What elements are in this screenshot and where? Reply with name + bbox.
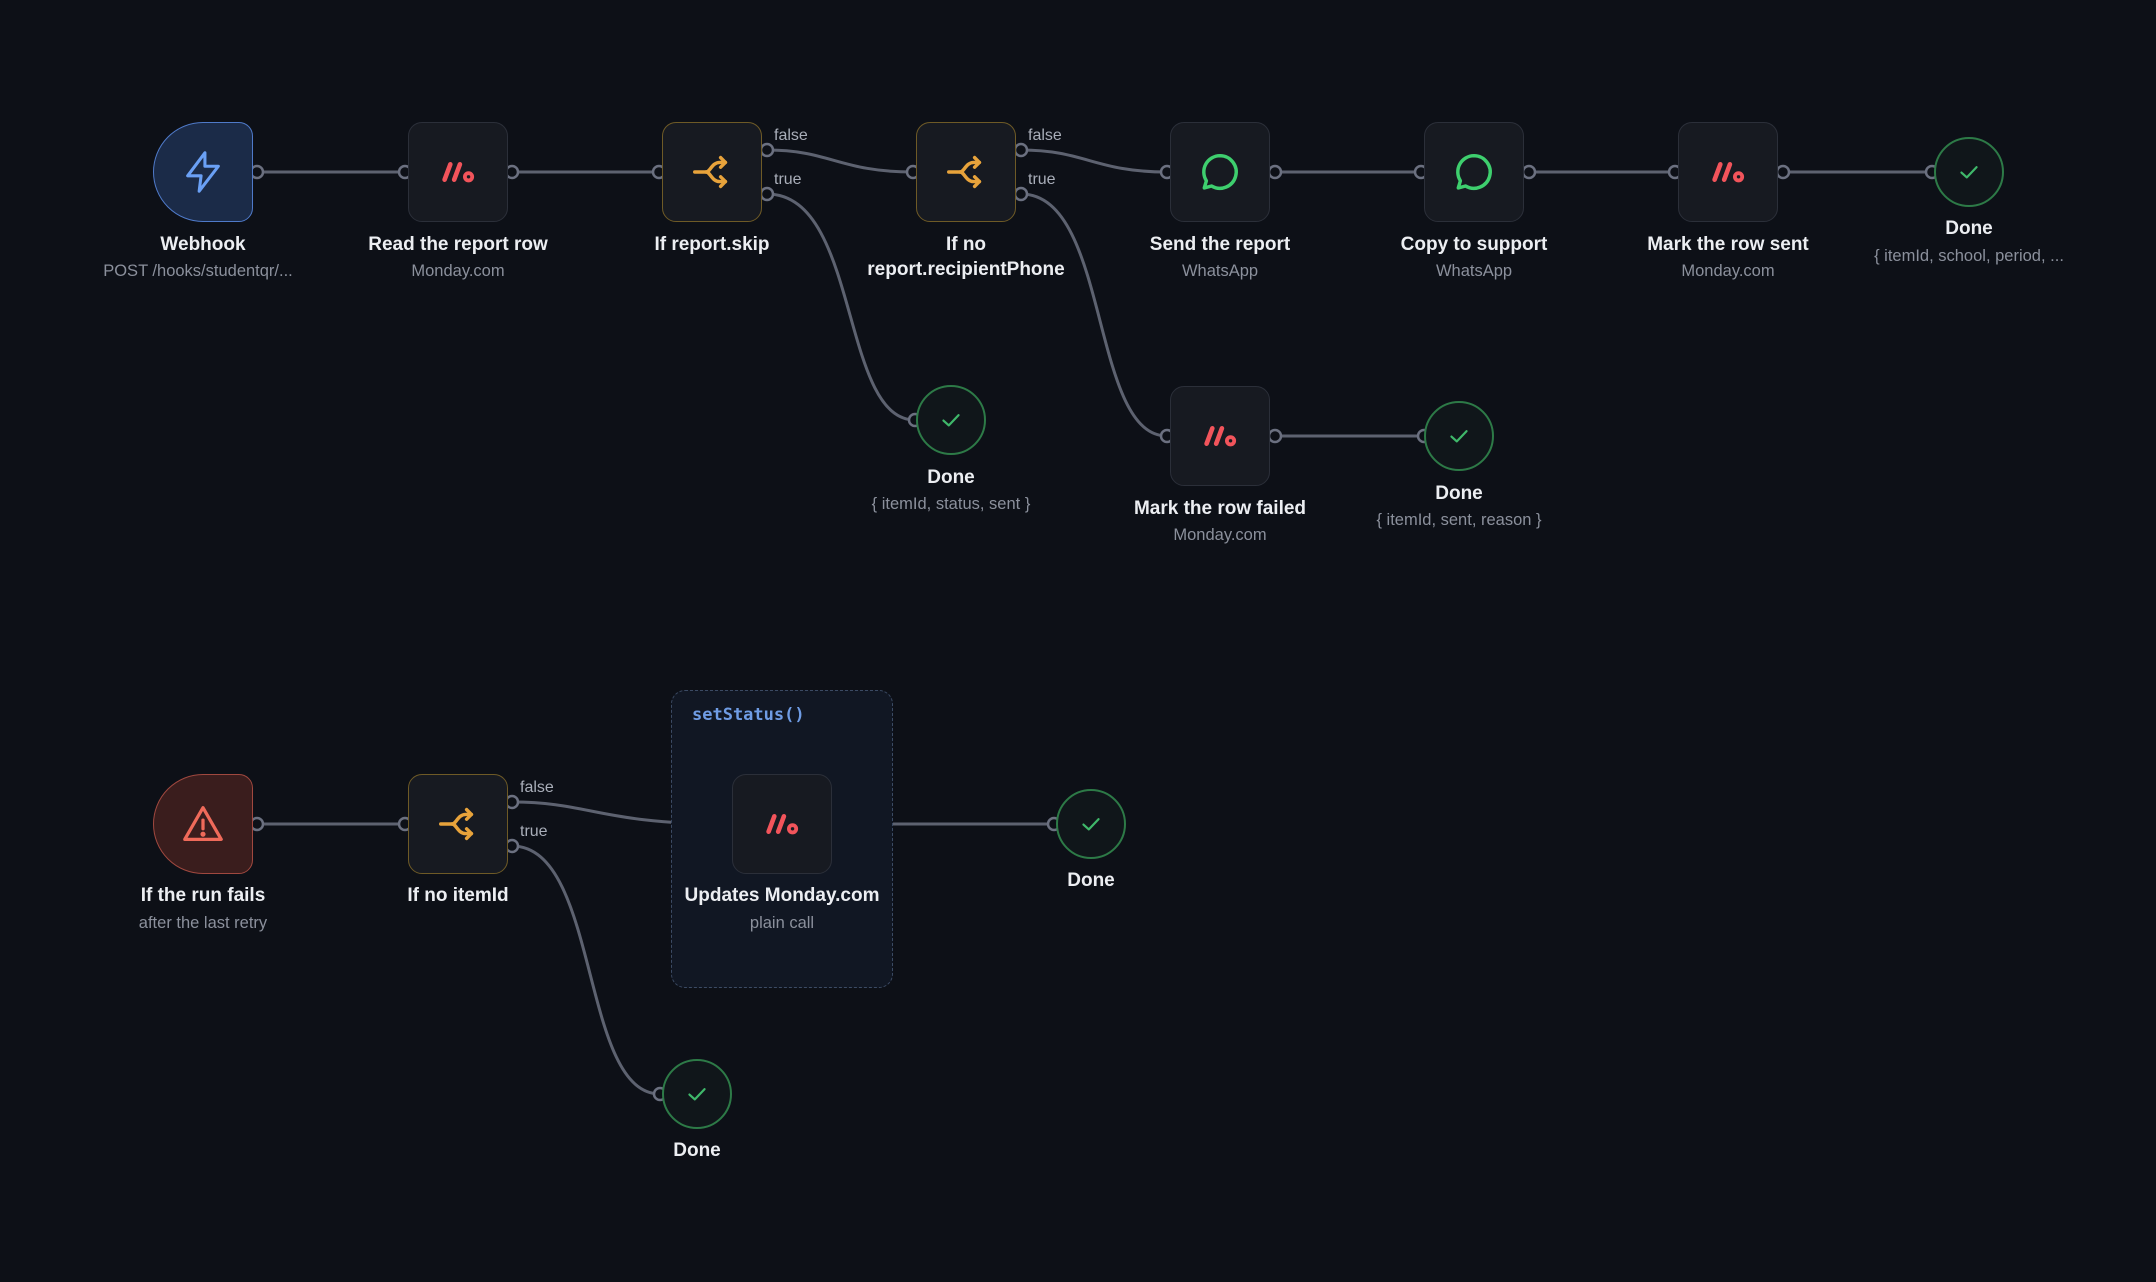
if-no-item-id-title: If no itemId <box>407 885 509 906</box>
edge-ifphone-true <box>1020 192 1168 438</box>
send-report-node[interactable] <box>1170 122 1270 222</box>
if-no-recipient-phone-node[interactable] <box>916 122 1016 222</box>
edges-layer <box>249 142 1940 1102</box>
mark-row-sent-subtitle: Monday.com <box>1681 262 1775 280</box>
if-no-item-id-true-label: true <box>520 823 548 840</box>
read-report-row-subtitle: Monday.com <box>411 262 505 280</box>
branch-icon <box>947 155 982 189</box>
copy-to-support-title: Copy to support <box>1400 234 1548 255</box>
ports <box>249 142 1940 1102</box>
webhook-node[interactable] <box>153 122 253 222</box>
edge-ifphone-false <box>1020 148 1168 174</box>
updates-monday-title: Updates Monday.com <box>684 885 880 906</box>
webhook-subtitle: POST /hooks/studentqr/... <box>103 262 293 280</box>
send-report-title: Send the report <box>1149 234 1291 255</box>
done-skip-subtitle: { itemId, status, sent } <box>871 495 1031 513</box>
mark-row-sent-title: Mark the row sent <box>1647 234 1809 255</box>
edge-ifskip-false <box>766 148 914 174</box>
workflow-canvas[interactable]: Webhook POST /hooks/studentqr/... Read t… <box>0 0 2156 1282</box>
done-skip-title: Done <box>927 467 975 488</box>
done-main-title: Done <box>1945 218 1993 239</box>
read-report-row-title: Read the report row <box>368 234 548 255</box>
updates-monday-subtitle: plain call <box>749 914 815 932</box>
mark-row-sent-node[interactable] <box>1678 122 1778 222</box>
if-report-skip-node[interactable] <box>662 122 762 222</box>
updates-monday-node[interactable] <box>732 774 832 874</box>
done-failed-subtitle: { itemId, sent, reason } <box>1376 511 1542 529</box>
done-update-title: Done <box>1067 870 1115 891</box>
on-run-fail-subtitle: after the last retry <box>138 914 268 932</box>
if-no-item-id-false-label: false <box>520 779 554 796</box>
if-report-skip-false-label: false <box>774 127 808 144</box>
check-icon <box>942 414 960 427</box>
whatsapp-icon <box>1202 153 1238 190</box>
check-icon <box>1082 818 1100 831</box>
done-main-node[interactable] <box>1934 137 2004 207</box>
done-update-node[interactable] <box>1056 789 1126 859</box>
copy-to-support-node[interactable] <box>1424 122 1524 222</box>
done-failed-title: Done <box>1435 483 1483 504</box>
branch-icon <box>693 155 728 189</box>
if-no-recipient-phone-false-label: false <box>1028 127 1062 144</box>
set-status-group-label: setStatus() <box>692 705 805 725</box>
on-run-fail-node[interactable] <box>153 774 253 874</box>
if-no-recipient-phone-title-line2: report.recipientPhone <box>867 259 1065 280</box>
done-skip-node[interactable] <box>916 385 986 455</box>
branch-icon <box>439 807 474 841</box>
done-main-subtitle: { itemId, school, period, ... <box>1874 247 2064 265</box>
monday-icon <box>766 814 799 835</box>
if-report-skip-true-label: true <box>774 171 802 188</box>
mark-row-failed-node[interactable] <box>1170 386 1270 486</box>
if-no-item-id-node[interactable] <box>408 774 508 874</box>
if-report-skip-title: If report.skip <box>654 234 770 255</box>
monday-icon <box>1204 426 1237 447</box>
edge-ifskip-true <box>766 192 916 422</box>
warning-icon <box>183 806 223 841</box>
done-failed-node[interactable] <box>1424 401 1494 471</box>
check-icon <box>1960 166 1978 179</box>
check-icon <box>1450 430 1468 443</box>
monday-icon <box>1712 162 1745 183</box>
done-no-item-title: Done <box>673 1140 721 1161</box>
webhook-title: Webhook <box>160 234 246 255</box>
check-icon <box>688 1088 706 1101</box>
bolt-icon <box>186 151 220 193</box>
monday-icon <box>442 162 475 183</box>
if-no-recipient-phone-title-line1: If no <box>945 234 987 255</box>
on-run-fail-title: If the run fails <box>140 885 266 906</box>
if-no-recipient-phone-true-label: true <box>1028 171 1056 188</box>
read-report-row-node[interactable] <box>408 122 508 222</box>
done-no-item-node[interactable] <box>662 1059 732 1129</box>
whatsapp-icon <box>1456 153 1492 190</box>
